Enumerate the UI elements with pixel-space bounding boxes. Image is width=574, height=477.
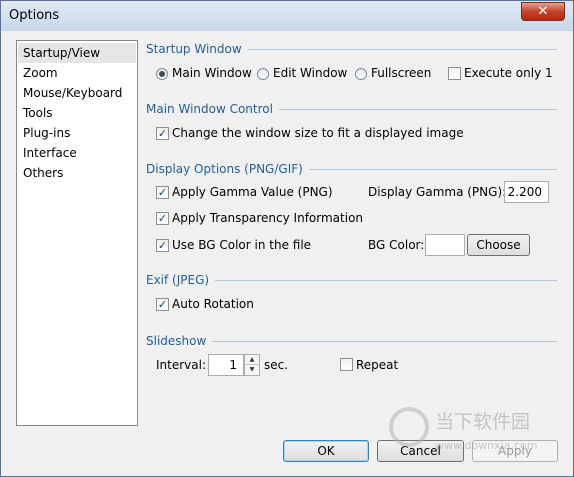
sidebar-item-others[interactable]: Others: [18, 163, 136, 183]
options-dialog: Options ✕ Startup/View Zoom Mouse/Keyboa…: [0, 0, 574, 477]
watermark: 当下软件园 www.downxia.com: [389, 405, 565, 461]
interval-label: Interval:: [156, 358, 206, 372]
auto-rotation-label[interactable]: Auto Rotation: [172, 297, 254, 311]
sidebar-item-tools[interactable]: Tools: [18, 103, 136, 123]
repeat-checkbox[interactable]: [340, 358, 353, 371]
auto-rotation-checkbox[interactable]: ✓: [156, 298, 169, 311]
sidebar-item-interface[interactable]: Interface: [18, 143, 136, 163]
main-window-label[interactable]: Main Window: [172, 66, 252, 80]
edit-window-label[interactable]: Edit Window: [273, 66, 347, 80]
apply-gamma-checkbox[interactable]: ✓: [156, 186, 169, 199]
ok-button[interactable]: OK: [283, 440, 369, 462]
use-bg-color-checkbox[interactable]: ✓: [156, 239, 169, 252]
display-gamma-label: Display Gamma (PNG):: [368, 185, 507, 199]
change-window-size-label[interactable]: Change the window size to fit a displaye…: [172, 126, 464, 140]
execute-only-1-checkbox[interactable]: [448, 67, 461, 80]
sidebar-item-mouse-keyboard[interactable]: Mouse/Keyboard: [18, 83, 136, 103]
spin-up-icon[interactable]: ▲: [245, 355, 259, 365]
edit-window-radio[interactable]: [257, 68, 269, 80]
choose-color-button[interactable]: Choose: [467, 234, 530, 256]
main-window-control-heading: Main Window Control: [146, 102, 279, 116]
fullscreen-radio[interactable]: [355, 68, 367, 80]
sidebar-item-zoom[interactable]: Zoom: [18, 63, 136, 83]
fullscreen-label[interactable]: Fullscreen: [371, 66, 431, 80]
close-icon: ✕: [537, 4, 549, 19]
startup-window-heading: Startup Window: [146, 42, 248, 56]
interval-input[interactable]: 1: [208, 354, 244, 376]
bg-color-swatch: [425, 234, 465, 256]
spin-down-icon[interactable]: ▼: [245, 365, 259, 375]
change-window-size-checkbox[interactable]: ✓: [156, 127, 169, 140]
execute-only-1-label[interactable]: Execute only 1: [464, 66, 553, 80]
interval-spinner[interactable]: ▲ ▼: [244, 354, 260, 376]
close-button[interactable]: ✕: [521, 2, 565, 21]
slideshow-heading: Slideshow: [146, 334, 213, 348]
use-bg-color-label[interactable]: Use BG Color in the file: [172, 238, 311, 252]
seconds-label: sec.: [264, 358, 289, 372]
display-options-heading: Display Options (PNG/GIF): [146, 162, 309, 176]
exif-heading: Exif (JPEG): [146, 273, 216, 287]
watermark-text: 当下软件园: [435, 411, 531, 433]
bg-color-label: BG Color:: [368, 238, 425, 252]
apply-gamma-label[interactable]: Apply Gamma Value (PNG): [172, 185, 333, 199]
sidebar-item-startup-view[interactable]: Startup/View: [18, 43, 136, 63]
window-title: Options: [9, 8, 60, 23]
title-bar[interactable]: Options ✕: [1, 1, 573, 31]
repeat-label[interactable]: Repeat: [356, 358, 398, 372]
main-window-radio[interactable]: [156, 68, 168, 80]
category-list: Startup/View Zoom Mouse/Keyboard Tools P…: [16, 40, 138, 426]
watermark-url: www.downxia.com: [435, 439, 538, 452]
watermark-logo-icon: [389, 407, 429, 447]
display-gamma-input[interactable]: 2.200: [504, 181, 549, 203]
apply-transparency-label[interactable]: Apply Transparency Information: [172, 211, 363, 225]
sidebar-item-plug-ins[interactable]: Plug-ins: [18, 123, 136, 143]
apply-transparency-checkbox[interactable]: ✓: [156, 212, 169, 225]
